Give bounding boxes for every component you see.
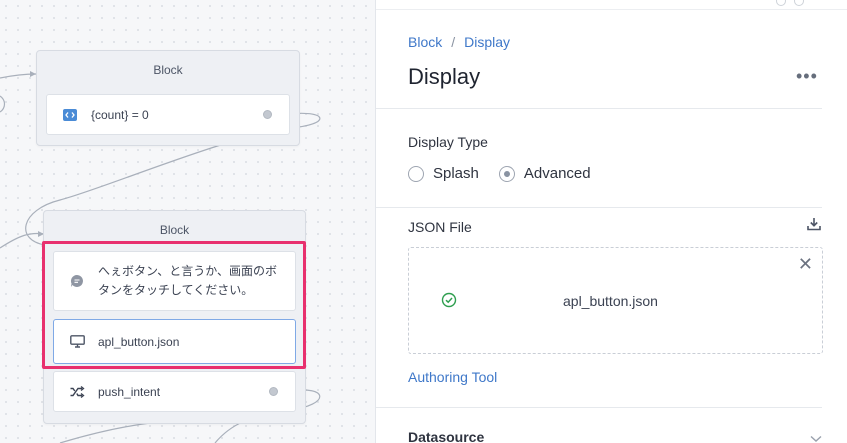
monitor-icon — [69, 334, 85, 350]
step-display[interactable]: apl_button.json — [53, 319, 296, 364]
code-icon — [62, 107, 78, 123]
speak-text: へぇボタン、と言うか、画面のボ タンをタッチしてください。 — [98, 262, 277, 300]
step-push-intent[interactable]: push_intent — [53, 371, 296, 412]
speak-text-line-1: へぇボタン、と言うか、画面のボ — [98, 264, 278, 278]
json-filename: apl_button.json — [563, 293, 658, 309]
step-label: apl_button.json — [98, 334, 180, 349]
speech-bubble-icon — [69, 273, 85, 289]
check-circle-icon — [441, 292, 457, 313]
page-title: Display — [408, 64, 481, 89]
shuffle-icon — [69, 384, 85, 400]
block-1-title: Block — [153, 63, 183, 77]
panel-top-bar — [376, 0, 847, 10]
divider — [376, 108, 822, 109]
chevron-down-icon[interactable] — [810, 430, 822, 443]
display-type-options: Splash Advanced — [408, 165, 611, 182]
block-2-title: Block — [159, 223, 190, 237]
divider — [376, 207, 822, 208]
speak-text-line-2: タンをタッチしてください。 — [98, 283, 254, 297]
radio-label: Advanced — [523, 165, 591, 182]
radio-circle[interactable] — [408, 165, 424, 182]
more-options-button[interactable]: ••• — [796, 66, 818, 87]
radio-label: Splash — [433, 165, 479, 182]
output-port[interactable] — [263, 110, 272, 119]
download-icon[interactable] — [807, 217, 821, 236]
radio-circle-selected[interactable] — [498, 165, 515, 182]
flow-canvas[interactable]: Block {count} = 0 Block へぇボタン、と言うか、画面のボ … — [0, 0, 375, 443]
window-control[interactable] — [794, 0, 804, 6]
step-set-count[interactable]: {count} = 0 — [46, 94, 290, 135]
step-speak[interactable]: へぇボタン、と言うか、画面のボ タンをタッチしてください。 — [53, 251, 296, 311]
breadcrumb-block[interactable]: Block — [408, 34, 442, 50]
block-1[interactable]: Block {count} = 0 — [36, 50, 300, 146]
json-file-label: JSON File — [408, 219, 472, 235]
step-label: push_intent — [98, 384, 161, 399]
breadcrumb-separator: / — [451, 34, 456, 50]
divider — [376, 407, 822, 408]
step-label: {count} = 0 — [91, 107, 149, 122]
authoring-tool-link[interactable]: Authoring Tool — [408, 369, 497, 385]
breadcrumb: Block / Display — [408, 34, 510, 50]
breadcrumb-display[interactable]: Display — [464, 34, 510, 50]
remove-file-button[interactable]: ✕ — [798, 255, 813, 273]
json-file-dropzone[interactable]: ✕ apl_button.json — [408, 247, 823, 354]
radio-advanced[interactable]: Advanced — [498, 165, 591, 182]
block-2[interactable]: Block へぇボタン、と言うか、画面のボ タンをタッチしてください。 apl_… — [43, 210, 306, 424]
window-control[interactable] — [776, 0, 786, 6]
display-type-label: Display Type — [408, 134, 488, 150]
properties-panel: Block / Display Display ••• Display Type… — [375, 0, 847, 443]
radio-splash[interactable]: Splash — [408, 165, 479, 182]
datasource-label[interactable]: Datasource — [408, 429, 484, 443]
output-port[interactable] — [269, 387, 278, 396]
